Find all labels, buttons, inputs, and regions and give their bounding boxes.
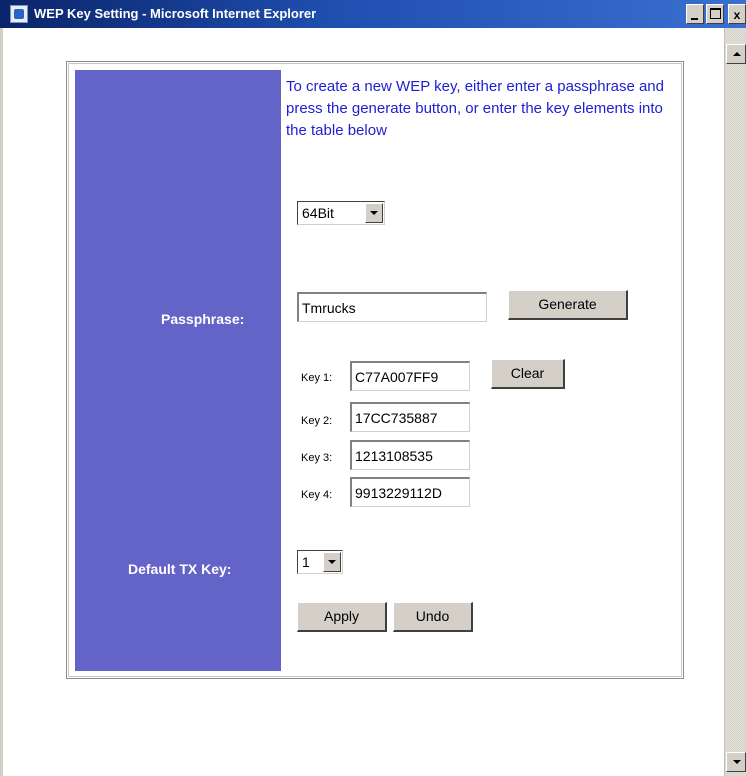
window-title: WEP Key Setting - Microsoft Internet Exp… — [34, 6, 317, 21]
vertical-scrollbar[interactable] — [724, 28, 746, 776]
wep-settings-panel: Passphrase: Default TX Key: To create a … — [66, 61, 684, 679]
minimize-button[interactable] — [686, 4, 704, 24]
window-left-border — [0, 28, 3, 776]
default-tx-key-label: Default TX Key: — [128, 561, 232, 577]
close-button[interactable]: x — [728, 4, 746, 24]
default-tx-key-select[interactable]: 1 — [297, 550, 343, 574]
passphrase-input[interactable] — [297, 292, 487, 322]
key-4-input[interactable] — [350, 477, 470, 507]
key-length-select[interactable]: 64Bit — [297, 201, 385, 225]
passphrase-label: Passphrase: — [161, 311, 245, 327]
ie-app-icon — [10, 5, 28, 23]
key-3-input[interactable] — [350, 440, 470, 470]
label-sidebar: Passphrase: Default TX Key: — [75, 70, 281, 671]
scroll-up-arrow-icon[interactable] — [726, 44, 746, 64]
key-1-label: Key 1: — [301, 372, 333, 384]
generate-button[interactable]: Generate — [508, 290, 628, 320]
dropdown-arrow-icon[interactable] — [323, 552, 341, 572]
default-tx-key-value: 1 — [302, 554, 310, 570]
dropdown-arrow-icon[interactable] — [365, 203, 383, 223]
apply-button[interactable]: Apply — [297, 602, 387, 632]
instructions-text: To create a new WEP key, either enter a … — [286, 78, 664, 139]
undo-button[interactable]: Undo — [393, 602, 473, 632]
key-2-label: Key 2: — [301, 415, 333, 427]
window-title-bar[interactable]: WEP Key Setting - Microsoft Internet Exp… — [0, 0, 746, 28]
key-3-label: Key 3: — [301, 452, 333, 464]
clear-button[interactable]: Clear — [491, 359, 565, 389]
key-1-input[interactable] — [350, 361, 470, 391]
key-length-value: 64Bit — [302, 205, 334, 221]
key-2-input[interactable] — [350, 402, 470, 432]
maximize-button[interactable] — [706, 4, 724, 24]
scroll-down-arrow-icon[interactable] — [726, 752, 746, 772]
key-4-label: Key 4: — [301, 489, 333, 501]
